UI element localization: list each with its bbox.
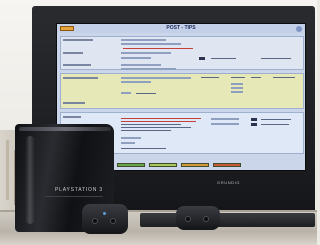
screen-button <box>213 163 241 167</box>
screen-button <box>181 163 209 167</box>
row-label <box>63 52 83 54</box>
form-field <box>121 77 191 79</box>
dark-box <box>251 118 257 121</box>
form-field <box>121 68 176 70</box>
text-line <box>261 58 291 60</box>
game-controller <box>82 204 128 234</box>
button-bar <box>117 163 247 167</box>
form-field <box>231 91 243 93</box>
text-line <box>136 93 156 95</box>
form-field <box>121 52 171 54</box>
console-shine <box>25 136 35 224</box>
light-dot <box>103 212 106 215</box>
form-field <box>211 118 239 120</box>
blue-field <box>121 92 131 94</box>
form-field <box>231 83 243 85</box>
text-line <box>123 48 193 50</box>
analog-stick <box>185 216 191 222</box>
text-line <box>121 130 171 132</box>
text-line <box>121 124 181 126</box>
row-label <box>63 77 98 79</box>
dark-box <box>199 57 205 60</box>
text-line <box>211 58 236 60</box>
screen-button <box>149 163 177 167</box>
analog-stick <box>110 218 116 224</box>
form-panel <box>60 36 304 70</box>
text-line <box>231 77 245 79</box>
text-line <box>261 124 289 126</box>
form-field <box>121 43 181 45</box>
dark-box <box>251 123 257 126</box>
text-line <box>273 77 295 79</box>
row-label <box>63 64 91 66</box>
row-label <box>63 116 81 118</box>
text-line <box>261 119 291 121</box>
form-field <box>121 64 161 66</box>
text-line <box>121 127 191 129</box>
console-logo: PLAYSTATION 3 <box>55 187 103 193</box>
text-line <box>201 77 219 79</box>
row-label <box>63 102 85 104</box>
tv-brand-logo: GRUNDIG <box>217 180 241 185</box>
form-field <box>231 87 243 89</box>
screen-button <box>117 163 145 167</box>
console-top <box>19 127 111 131</box>
form-field <box>121 39 166 41</box>
form-field <box>121 137 141 139</box>
text-line <box>121 148 166 150</box>
screen-corner-icon <box>296 25 302 32</box>
form-field <box>211 123 239 125</box>
form-field <box>121 81 151 83</box>
tv-stand <box>140 213 315 227</box>
disc-slot <box>45 196 103 197</box>
text-line <box>121 118 201 120</box>
analog-stick <box>92 218 98 224</box>
screen-title: POST - TIPS <box>166 25 196 31</box>
text-line <box>121 121 196 123</box>
form-panel <box>60 73 304 109</box>
row-label <box>63 39 93 41</box>
text-line <box>251 77 261 79</box>
analog-stick <box>203 216 209 222</box>
form-field <box>121 57 151 59</box>
form-field <box>121 142 135 144</box>
game-controller <box>176 206 220 230</box>
cable <box>6 140 9 200</box>
